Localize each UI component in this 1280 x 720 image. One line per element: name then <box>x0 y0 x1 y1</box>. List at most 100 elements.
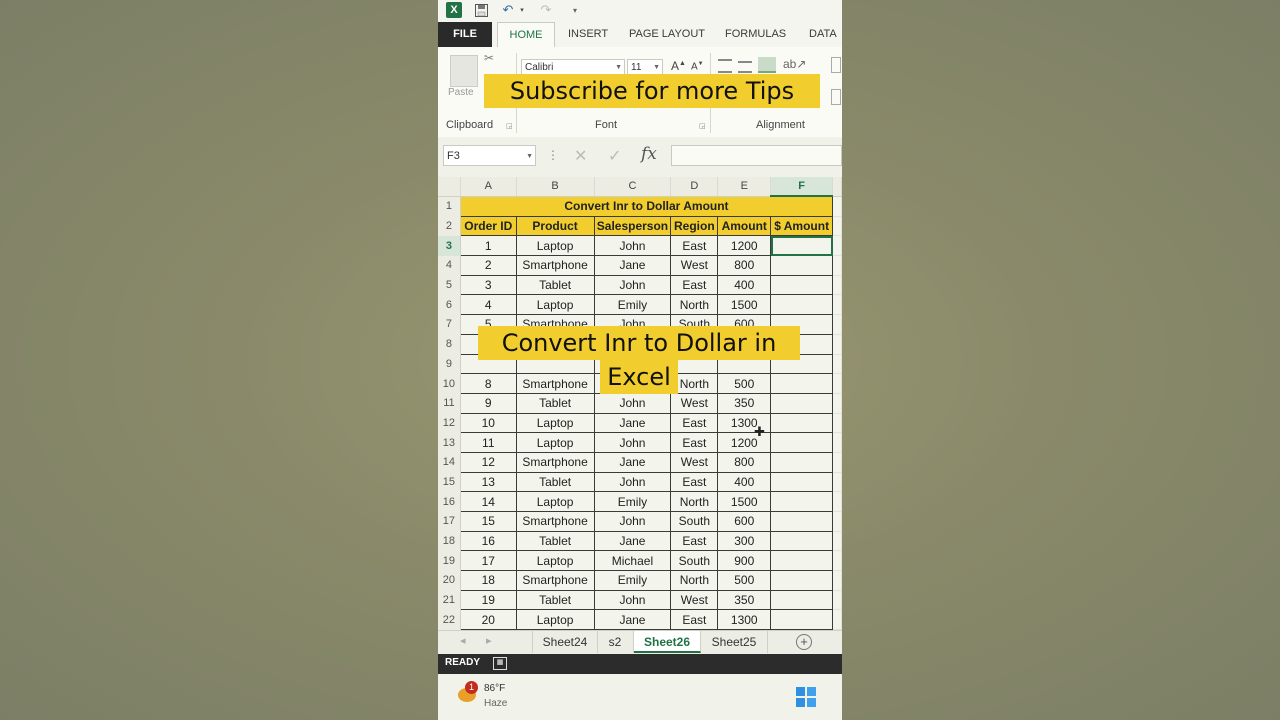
cell[interactable] <box>770 294 834 316</box>
cell[interactable]: John <box>593 471 672 493</box>
cell[interactable]: 3 <box>459 274 517 296</box>
row-header[interactable]: 6 <box>438 294 461 315</box>
cell[interactable] <box>832 531 842 552</box>
sheet-tab-active[interactable]: Sheet26 <box>634 631 701 653</box>
cell[interactable]: John <box>593 274 672 296</box>
cell[interactable]: 20 <box>459 609 517 631</box>
cell[interactable]: 500 <box>717 373 772 394</box>
cell[interactable]: North <box>670 294 719 316</box>
orientation-icon[interactable]: ab↗ <box>783 57 806 71</box>
cell[interactable]: East <box>670 274 719 296</box>
header-cell[interactable]: Order ID <box>459 215 517 237</box>
table-title-cell[interactable]: Convert Inr to Dollar Amount <box>459 195 834 217</box>
cell[interactable]: 9 <box>459 392 517 414</box>
selected-cell[interactable] <box>770 235 834 257</box>
cell[interactable] <box>770 511 834 532</box>
cell[interactable]: 1 <box>459 235 517 257</box>
tab-data[interactable]: DATA <box>809 22 837 47</box>
column-header[interactable]: F <box>770 177 834 197</box>
shrink-font-button[interactable]: A▼ <box>691 61 704 72</box>
row-header[interactable]: 3 <box>438 235 461 256</box>
column-header[interactable]: D <box>670 177 719 197</box>
cell[interactable] <box>770 255 834 276</box>
cell[interactable]: East <box>670 471 719 493</box>
column-header[interactable]: C <box>594 177 672 197</box>
cell[interactable]: South <box>670 511 719 532</box>
cell[interactable]: 350 <box>717 589 772 611</box>
tab-file[interactable]: FILE <box>438 22 492 47</box>
cell[interactable] <box>832 216 842 237</box>
cell[interactable]: East <box>670 432 719 453</box>
cell[interactable]: Jane <box>593 609 672 631</box>
font-size-box[interactable]: 11 ▼ <box>627 59 663 75</box>
row-header[interactable]: 5 <box>438 275 461 295</box>
cell[interactable]: Jane <box>593 451 672 473</box>
row-header[interactable]: 13 <box>438 432 461 453</box>
align-middle-icon[interactable] <box>738 61 752 73</box>
cell[interactable]: 1500 <box>717 294 772 316</box>
undo-dropdown-icon[interactable]: ▾ <box>518 2 526 18</box>
cell[interactable]: Emily <box>593 570 672 591</box>
cell[interactable] <box>770 491 834 512</box>
cell[interactable]: East <box>670 235 719 257</box>
cell[interactable]: John <box>593 432 672 453</box>
cell[interactable] <box>832 432 842 453</box>
row-header[interactable]: 7 <box>438 314 461 335</box>
tab-page-layout[interactable]: PAGE LAYOUT <box>629 22 705 47</box>
column-header[interactable]: B <box>516 177 595 197</box>
column-header[interactable]: A <box>460 177 517 197</box>
cell[interactable] <box>832 334 842 355</box>
cell[interactable]: 600 <box>717 511 772 532</box>
cell[interactable] <box>832 472 842 493</box>
cell[interactable]: Tablet <box>515 471 595 493</box>
macro-record-icon[interactable]: ▦ <box>493 657 507 670</box>
font-name-box[interactable]: Calibri ▼ <box>521 59 625 75</box>
row-header[interactable]: 11 <box>438 393 461 414</box>
cell[interactable]: 400 <box>717 471 772 493</box>
cell[interactable]: Smartphone <box>515 511 595 532</box>
cell[interactable]: East <box>670 530 719 552</box>
save-icon[interactable] <box>474 2 488 18</box>
cell[interactable]: 800 <box>717 255 772 276</box>
redo-icon[interactable]: ↷ <box>538 2 554 18</box>
cell[interactable]: 500 <box>717 570 772 591</box>
windows-start-icon[interactable] <box>796 687 816 707</box>
row-header[interactable]: 17 <box>438 511 461 532</box>
cell[interactable]: 900 <box>717 550 772 572</box>
insert-function-button[interactable]: fx <box>641 144 657 164</box>
cell[interactable] <box>770 550 834 572</box>
cell[interactable] <box>770 530 834 552</box>
cell[interactable]: 1300 <box>717 609 772 631</box>
add-sheet-icon[interactable]: + <box>796 634 812 650</box>
cell[interactable]: 400 <box>717 274 772 296</box>
cell[interactable] <box>832 393 842 414</box>
select-all-corner[interactable] <box>438 177 461 197</box>
cell[interactable] <box>770 451 834 473</box>
cell[interactable] <box>832 590 842 611</box>
cell[interactable] <box>832 196 842 217</box>
cell[interactable]: Laptop <box>515 609 595 631</box>
cell[interactable]: North <box>670 491 719 512</box>
row-header[interactable]: 8 <box>438 334 461 354</box>
cell[interactable] <box>832 235 842 257</box>
customize-qat-icon[interactable]: ▾ <box>570 2 580 18</box>
name-box[interactable]: F3 ▼ <box>443 145 536 166</box>
column-header[interactable] <box>832 177 842 197</box>
row-header[interactable]: 15 <box>438 472 461 492</box>
row-header[interactable]: 18 <box>438 531 461 551</box>
cell[interactable]: West <box>670 255 719 276</box>
sheet-tab[interactable]: Sheet25 <box>701 631 768 653</box>
paste-button[interactable]: Paste <box>448 87 474 98</box>
cell[interactable]: 350 <box>717 392 772 414</box>
cell[interactable]: Laptop <box>515 294 595 316</box>
row-header[interactable]: 21 <box>438 590 461 610</box>
tab-formulas[interactable]: FORMULAS <box>725 22 786 47</box>
cell[interactable]: 2 <box>459 255 517 276</box>
row-header[interactable]: 9 <box>438 354 461 374</box>
wrap-text-icon[interactable] <box>831 57 841 73</box>
cell[interactable] <box>770 589 834 611</box>
cell[interactable]: West <box>670 451 719 473</box>
sheet-tab[interactable]: s2 <box>597 631 634 653</box>
cell[interactable] <box>770 570 834 591</box>
column-header[interactable]: E <box>717 177 772 197</box>
